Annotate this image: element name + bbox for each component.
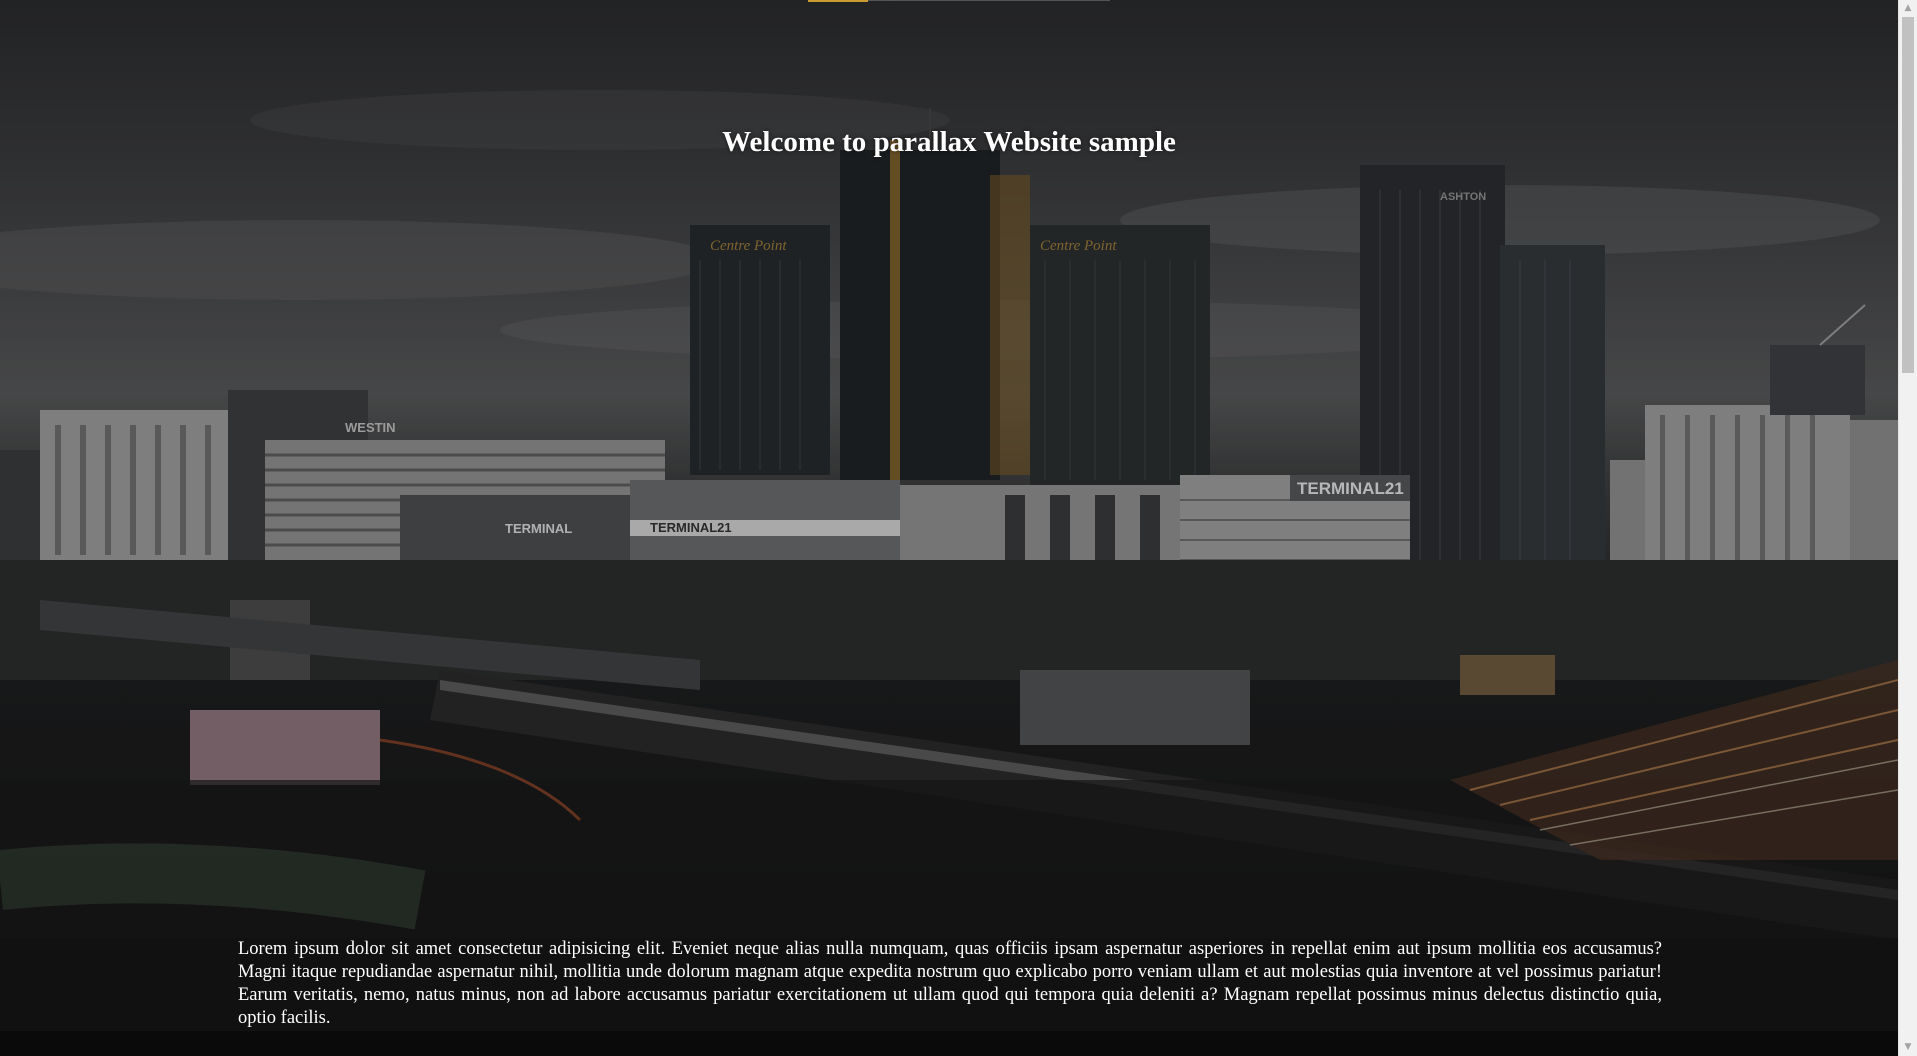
nav-divider-line	[868, 0, 1110, 1]
chevron-down-icon[interactable]: ▼	[1899, 1039, 1917, 1056]
parallax-hero: WESTIN Centre Point Centre Point ASHTON …	[0, 0, 1898, 938]
browser-viewport: WESTIN Centre Point Centre Point ASHTON …	[0, 0, 1917, 1056]
page-content: WESTIN Centre Point Centre Point ASHTON …	[0, 0, 1898, 1056]
text-section: Lorem ipsum dolor sit amet consectetur a…	[0, 938, 1898, 1031]
nav-active-indicator	[808, 0, 868, 2]
body-paragraph: Lorem ipsum dolor sit amet consectetur a…	[238, 939, 1662, 1028]
chevron-up-icon[interactable]: ▲	[1899, 0, 1917, 17]
next-parallax-section	[0, 1031, 1898, 1056]
vertical-scrollbar[interactable]: ▲ ▼	[1898, 0, 1917, 1056]
scrollbar-thumb[interactable]	[1902, 17, 1914, 373]
hero-title: Welcome to parallax Website sample	[722, 126, 1176, 158]
